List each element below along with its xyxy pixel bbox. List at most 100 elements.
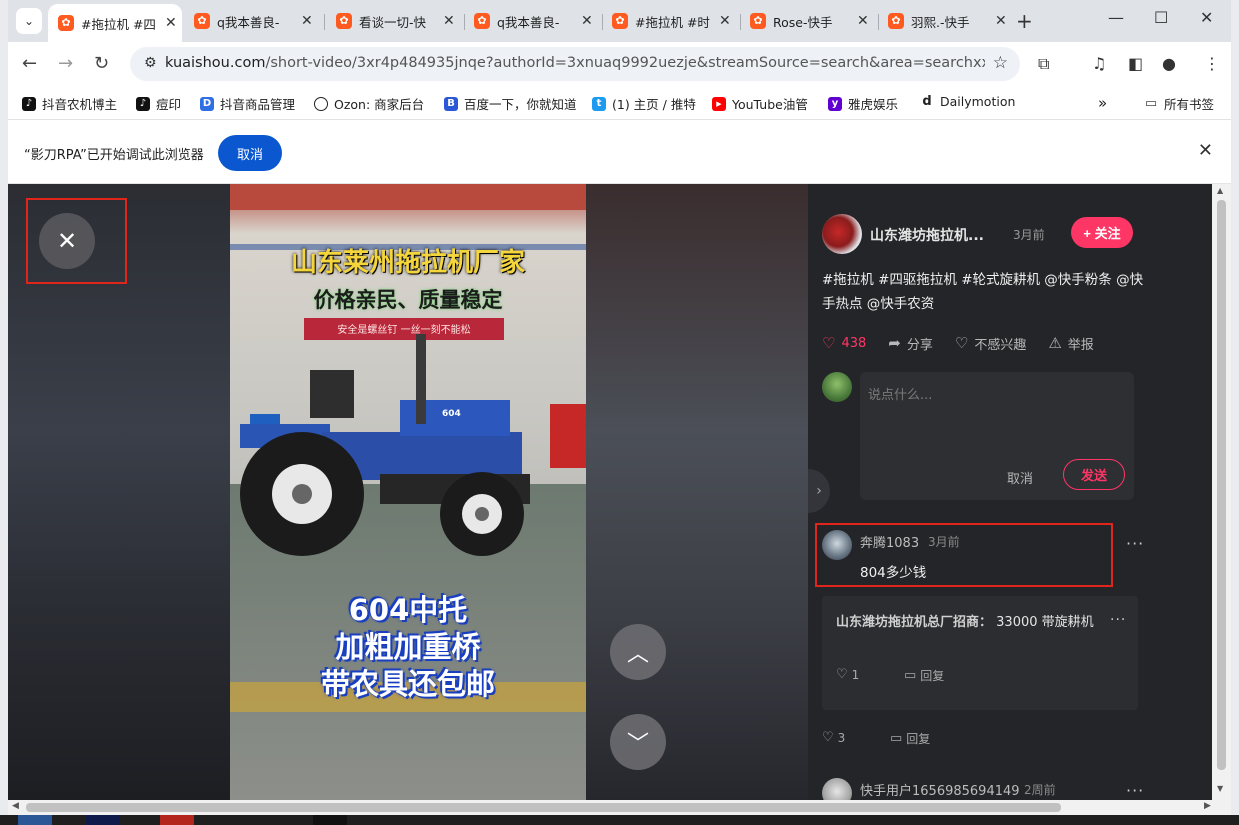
author-name[interactable]: 山东潍坊拖拉机... (870, 225, 994, 245)
scroll-right-arrow-icon[interactable]: ▶ (1204, 801, 1211, 811)
bookmark-item[interactable]: D 抖音商品管理 (200, 94, 295, 113)
bookmark-item[interactable]: ♪ 抖音农机博主 (22, 94, 117, 113)
taskbar-app-icon[interactable] (160, 815, 194, 825)
bookmark-label: 抖音商品管理 (220, 97, 296, 112)
forward-icon[interactable]: → (58, 53, 73, 74)
scrollbar-thumb[interactable] (1217, 200, 1226, 770)
tab-active[interactable]: ✿ #拖拉机 #四 ✕ (48, 4, 182, 42)
reply-like-button[interactable]: ♡ 1 (836, 667, 859, 682)
close-window-icon[interactable]: ✕ (1200, 8, 1213, 27)
all-bookmarks[interactable]: ▭ 所有书签 (1144, 94, 1214, 113)
more-options-icon[interactable]: ··· (1110, 612, 1126, 628)
bookmark-label: (1) 主页 / 推特 (612, 97, 696, 112)
extensions-icon[interactable]: ⧉ (1038, 54, 1049, 74)
tab[interactable]: ✿ q我本善良- ✕ (184, 6, 322, 36)
close-icon[interactable]: ✕ (1198, 140, 1213, 161)
comment-cancel-button[interactable]: 取消 (1007, 468, 1033, 487)
bookmark-label: Ozon: 商家后台 (334, 97, 425, 112)
bookmark-item[interactable]: Ozon: 商家后台 (314, 94, 424, 113)
report-button[interactable]: ⚠ 举报 (1048, 334, 1093, 353)
tab[interactable]: ✿ 看谈一切-快 ✕ (326, 6, 464, 36)
bookmark-label: 抖音农机博主 (42, 97, 118, 112)
close-icon[interactable]: ✕ (581, 13, 593, 29)
close-icon[interactable]: ✕ (443, 13, 455, 29)
tab[interactable]: ✿ q我本善良- ✕ (464, 6, 602, 36)
minimize-icon[interactable]: — (1108, 8, 1124, 27)
more-options-icon[interactable]: ··· (1126, 781, 1144, 800)
previous-video-button[interactable]: ︿ (610, 624, 666, 680)
bookmark-item[interactable]: B 百度一下，你就知道 (444, 94, 577, 113)
comment-username[interactable]: 快手用户1656985694149 (860, 780, 1020, 799)
tab[interactable]: ✿ Rose-快手 ✕ (740, 6, 878, 36)
menu-icon[interactable]: ⋮ (1204, 54, 1220, 73)
bookmark-item[interactable]: d Dailymotion (920, 94, 1015, 109)
close-icon[interactable]: ✕ (719, 13, 731, 29)
share-button[interactable]: ➦ 分享 (888, 334, 933, 353)
comment-input-box[interactable]: 说点什么... 取消 发送 (860, 372, 1134, 500)
follow-button[interactable]: + 关注 (1071, 217, 1133, 248)
kuaishou-icon: ✿ (612, 13, 628, 29)
horizontal-scrollbar[interactable]: ◀ ▶ (8, 800, 1231, 815)
bookmark-label: 百度一下，你就知道 (464, 97, 577, 112)
chevron-down-icon: ⌄ (23, 14, 35, 28)
tab-title: q我本善良- (217, 14, 280, 30)
close-icon[interactable]: ✕ (857, 13, 869, 29)
maximize-icon[interactable]: ☐ (1154, 8, 1168, 27)
scroll-down-arrow-icon[interactable]: ▼ (1217, 784, 1223, 793)
tab[interactable]: ✿ #拖拉机 #时 ✕ (602, 6, 740, 36)
scrollbar-thumb[interactable] (26, 803, 1061, 812)
comment-like-button[interactable]: ♡ 3 (822, 730, 845, 745)
scroll-left-arrow-icon[interactable]: ◀ (12, 801, 19, 811)
next-video-button[interactable]: ﹀ (610, 714, 666, 770)
site-info-icon[interactable]: ⚙ (144, 55, 157, 71)
bookmark-star-icon[interactable]: ☆ (993, 53, 1008, 73)
taskbar-app-icon[interactable] (86, 815, 120, 825)
douyin-shop-icon: D (200, 96, 214, 111)
reply-like-count: 1 (851, 667, 860, 682)
side-panel-icon[interactable]: ◧ (1128, 54, 1143, 73)
not-interested-button[interactable]: ♡ 不感兴趣 (955, 334, 1026, 353)
tab[interactable]: ✿ 羽熙.-快手 ✕ (878, 6, 1010, 36)
profile-avatar[interactable]: ● (1162, 54, 1176, 73)
reload-icon[interactable]: ↻ (94, 53, 109, 74)
media-control-icon[interactable]: ♫ (1092, 54, 1106, 73)
taskbar-app-icon[interactable] (313, 815, 347, 825)
address-bar[interactable]: ⚙ kuaishou.com/short-video/3xr4p484935jn… (130, 47, 1020, 81)
reply-username[interactable]: 山东潍坊拖拉机总厂招商： (836, 615, 992, 630)
infobar-cancel-button[interactable]: 取消 (218, 135, 282, 171)
tab-search-button[interactable]: ⌄ (16, 8, 42, 34)
video-caption[interactable]: #拖拉机 #四驱拖拉机 #轮式旋耕机 @快手粉条 @快手热点 @快手农资 (822, 268, 1152, 316)
scroll-up-arrow-icon[interactable]: ▲ (1217, 186, 1223, 195)
video-player[interactable]: 山东莱州拖拉机厂家 价格亲民、质量稳定 安全是螺丝钉 一丝一刻不能松 604 6… (230, 184, 586, 800)
more-options-icon[interactable]: ··· (1126, 534, 1144, 553)
broken-heart-icon: ♡ (954, 334, 969, 352)
chevron-up-icon: ︿ (626, 642, 649, 667)
taskbar-app-icon[interactable] (18, 815, 52, 825)
url-path: /short-video/3xr4p484935jnqe?authorId=3x… (265, 55, 985, 71)
close-icon[interactable]: ✕ (301, 13, 313, 29)
back-icon[interactable]: ← (22, 53, 37, 74)
bookmark-item[interactable]: y 雅虎娱乐 (828, 94, 898, 113)
more-bookmarks-chevron-icon[interactable]: » (1098, 94, 1107, 112)
heart-icon: ♡ (822, 334, 836, 352)
send-comment-button[interactable]: 发送 (1063, 459, 1125, 490)
tab-title: 羽熙.-快手 (911, 14, 970, 30)
share-icon: ➦ (888, 334, 901, 352)
comment-avatar[interactable] (822, 778, 852, 800)
infobar-message: “影刀RPA”已开始调试此浏览器 (24, 148, 204, 163)
url-text[interactable]: kuaishou.com/short-video/3xr4p484935jnqe… (165, 55, 985, 71)
kuaishou-icon: ✿ (194, 13, 210, 29)
debug-infobar: “影刀RPA”已开始调试此浏览器 取消 ✕ (8, 121, 1231, 184)
reply-button[interactable]: ▭ 回复 (904, 667, 944, 684)
close-icon[interactable]: ✕ (165, 15, 177, 31)
author-avatar[interactable] (822, 214, 862, 254)
new-tab-button[interactable]: + (1016, 9, 1033, 33)
bookmark-item[interactable]: ♪ 痘印 (136, 94, 181, 113)
close-icon[interactable]: ✕ (995, 13, 1007, 29)
my-avatar (822, 372, 852, 402)
like-button[interactable]: ♡ 438 (822, 334, 866, 352)
comment-reply-button[interactable]: ▭ 回复 (890, 730, 930, 747)
bookmark-item[interactable]: t (1) 主页 / 推特 (592, 94, 696, 113)
vertical-scrollbar[interactable]: ▲ ▼ (1212, 184, 1231, 800)
bookmark-item[interactable]: ▶ YouTube油管 (712, 94, 808, 113)
